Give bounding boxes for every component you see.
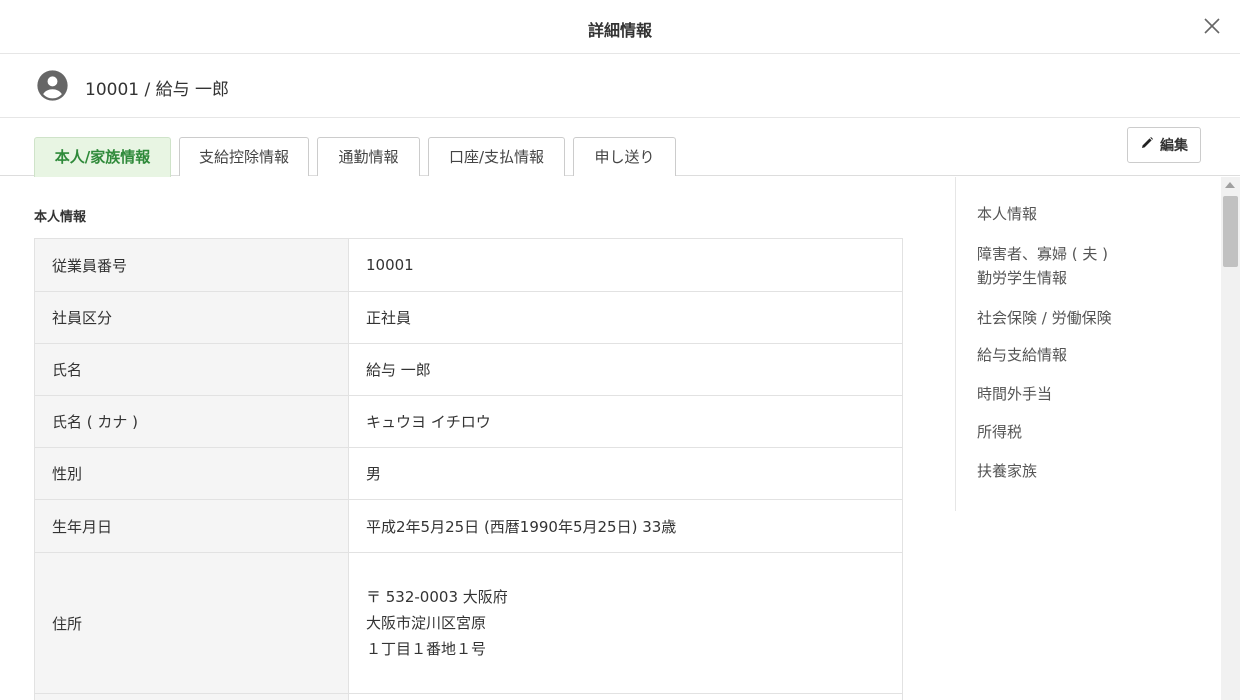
nav-item-income-tax[interactable]: 所得税 — [977, 421, 1022, 443]
person-name: 10001 / 給与 一郎 — [85, 80, 230, 100]
row-value: 男 — [348, 447, 903, 500]
row-label: 性別 — [34, 447, 349, 500]
row-value: キュウヨ イチロウ — [348, 395, 903, 448]
tab-commute[interactable]: 通勤情報 — [317, 137, 420, 176]
row-label — [34, 693, 349, 700]
address-postal-line: 〒 532-0003 大阪府 — [366, 588, 508, 606]
scroll-thumb[interactable] — [1223, 196, 1238, 267]
table-row: 住所 〒 532-0003 大阪府 大阪市淀川区宮原 １丁目１番地１号 — [34, 552, 903, 694]
row-value: 給与 一郎 — [348, 343, 903, 396]
edit-button[interactable]: 編集 — [1127, 127, 1201, 163]
row-value — [348, 693, 903, 700]
table-row: 氏名 給与 一郎 — [34, 343, 903, 396]
table-row: 氏名 ( カナ ) キュウヨ イチロウ — [34, 395, 903, 448]
row-value: 平成2年5月25日 (西暦1990年5月25日) 33歳 — [348, 499, 903, 553]
tab-account-payment[interactable]: 口座/支払情報 — [428, 137, 565, 176]
vertical-scrollbar[interactable] — [1221, 177, 1240, 700]
row-label: 社員区分 — [34, 291, 349, 344]
nav-item-social-insurance[interactable]: 社会保険 / 労働保険 — [977, 307, 1112, 329]
nav-item-dependents[interactable]: 扶養家族 — [977, 460, 1037, 482]
row-label: 従業員番号 — [34, 238, 349, 292]
row-label: 住所 — [34, 552, 349, 694]
address-street-line: １丁目１番地１号 — [366, 640, 487, 658]
tab-bar: 本人/家族情報 支給控除情報 通勤情報 口座/支払情報 申し送り 編集 — [0, 118, 1240, 177]
address-city-line: 大阪市淀川区宮原 — [366, 614, 487, 632]
pencil-icon — [1140, 136, 1154, 154]
modal-title: 詳細情報 — [587, 21, 652, 40]
address-value: 〒 532-0003 大阪府 大阪市淀川区宮原 １丁目１番地１号 — [348, 552, 903, 694]
nav-item-salary-payment[interactable]: 給与支給情報 — [977, 344, 1067, 366]
detail-table: 従業員番号 10001 社員区分 正社員 氏名 給与 一郎 氏名 ( カナ ) … — [34, 238, 903, 700]
account-circle-icon — [36, 69, 69, 102]
table-row: 性別 男 — [34, 447, 903, 500]
table-row: 従業員番号 10001 — [34, 238, 903, 292]
nav-item-disability-widow[interactable]: 障害者、寡婦 ( 夫 ) — [977, 243, 1108, 265]
edit-button-label: 編集 — [1160, 138, 1188, 154]
person-bar: 10001 / 給与 一郎 — [0, 54, 1240, 118]
table-row — [34, 693, 903, 700]
table-row: 生年月日 平成2年5月25日 (西暦1990年5月25日) 33歳 — [34, 499, 903, 553]
table-row: 社員区分 正社員 — [34, 291, 903, 344]
nav-item-overtime[interactable]: 時間外手当 — [977, 383, 1052, 405]
tab-payment-deduction[interactable]: 支給控除情報 — [179, 137, 309, 176]
row-value: 10001 — [348, 238, 903, 292]
content-area: 本人情報 従業員番号 10001 社員区分 正社員 氏名 給与 一郎 氏名 ( … — [0, 177, 1240, 700]
scroll-up-arrow-icon[interactable] — [1225, 182, 1235, 188]
section-nav: 本人情報 障害者、寡婦 ( 夫 ) 勤労学生情報 社会保険 / 労働保険 給与支… — [955, 177, 1215, 511]
nav-item-working-student[interactable]: 勤労学生情報 — [977, 267, 1067, 289]
row-label: 氏名 ( カナ ) — [34, 395, 349, 448]
row-label: 氏名 — [34, 343, 349, 396]
row-label: 生年月日 — [34, 499, 349, 553]
tab-notes[interactable]: 申し送り — [573, 137, 676, 176]
nav-item-personal-info[interactable]: 本人情報 — [977, 203, 1037, 225]
row-value: 正社員 — [348, 291, 903, 344]
close-icon[interactable] — [1198, 12, 1226, 40]
tab-personal-family[interactable]: 本人/家族情報 — [34, 137, 171, 177]
section-title: 本人情報 — [34, 210, 87, 225]
modal-header: 詳細情報 — [0, 0, 1240, 54]
